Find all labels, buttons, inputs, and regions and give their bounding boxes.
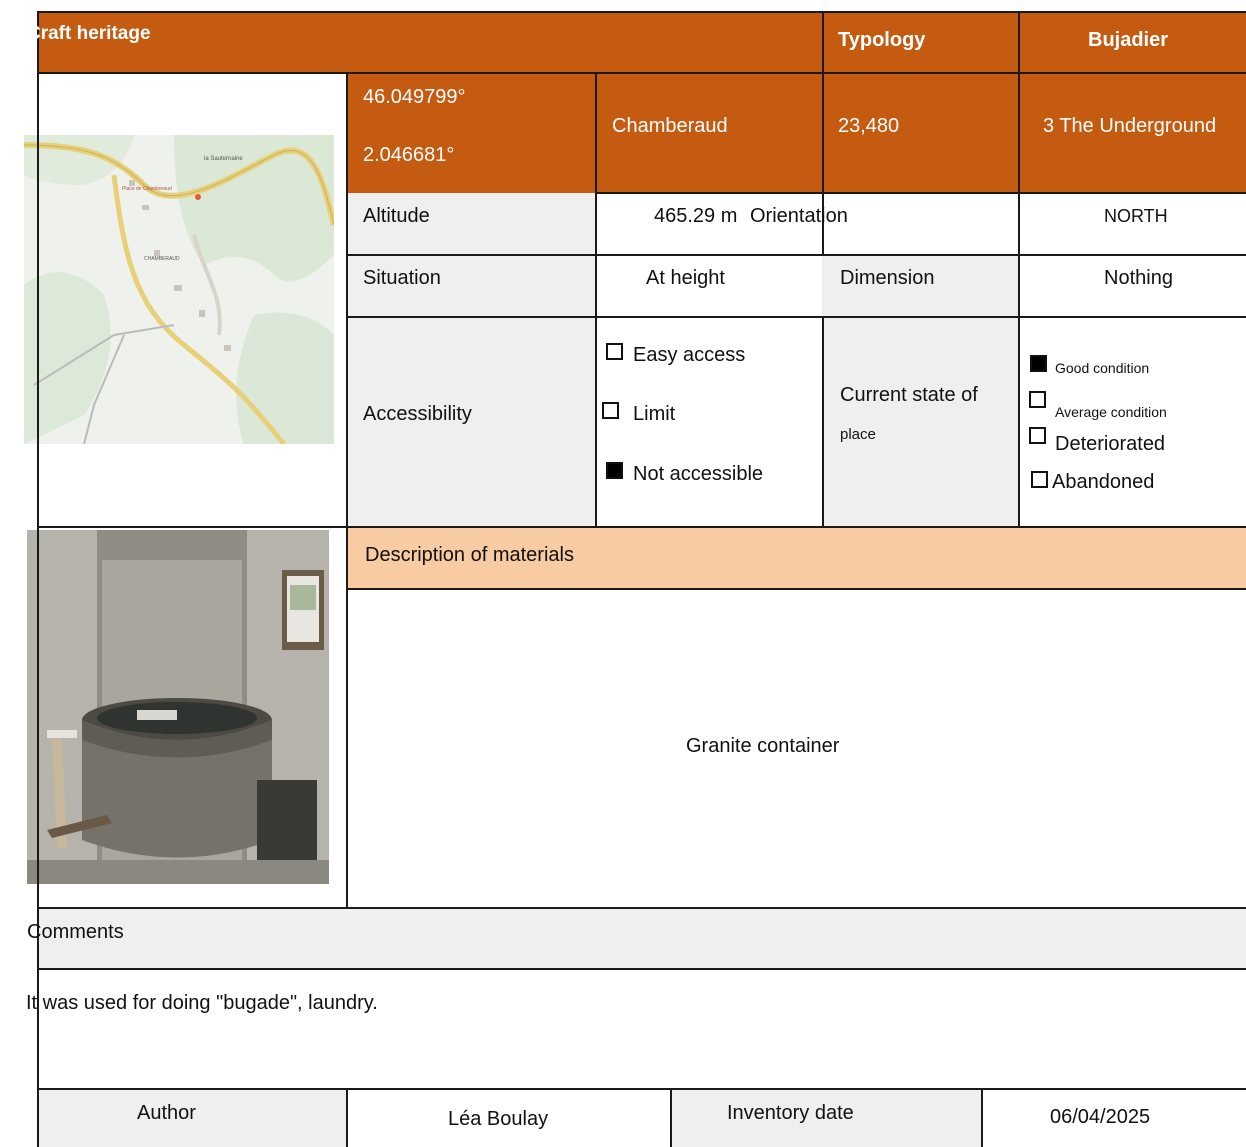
header-bar [37,12,1246,73]
situation-label: Situation [363,267,441,289]
accessibility-label: Accessibility [363,403,472,425]
easy-access-checkbox[interactable] [606,343,623,360]
map-label-hamlet: la Sauternaine [204,156,243,162]
rule [346,1088,348,1147]
not-accessible-checkbox[interactable] [606,462,623,479]
orientation-label: Orientation [750,205,848,227]
rule [37,526,1246,528]
limit-checkbox[interactable] [602,402,619,419]
dimension-value: Nothing [1104,267,1173,289]
map-label-place: Place de Chamberaud [122,186,172,192]
inventory-date-value: 06/04/2025 [1050,1106,1151,1128]
rule [595,192,1246,194]
object-photo [27,530,329,884]
good-condition-checkbox[interactable] [1030,355,1047,372]
materials-value: Granite container [686,735,840,757]
typology-value: Bujadier [1088,29,1169,51]
not-accessible-label: Not accessible [633,463,764,485]
deteriorated-checkbox[interactable] [1029,427,1046,444]
state-label-line2: place [840,426,876,443]
rule [981,1088,983,1147]
zone-value: 3 The Underground [1043,115,1217,137]
rule [37,72,1246,74]
page-title: Craft heritage [27,23,151,44]
abandoned-label: Abandoned [1052,471,1155,493]
altitude-value: 465.29 m [654,205,738,227]
rule [37,1088,1246,1090]
latitude-value: 46.049799° [363,86,466,108]
orientation-value: NORTH [1104,206,1168,226]
rule [347,316,1246,318]
place-name: Chamberaud [612,115,728,137]
limit-label: Limit [633,403,676,425]
rule [1018,11,1020,528]
easy-access-label: Easy access [633,344,746,366]
comments-label: Comments [27,921,124,943]
altitude-label: Altitude [363,205,430,227]
map-label-village: CHAMBERAUD [144,256,180,262]
state-label-cell [822,317,1019,527]
average-condition-label: Average condition [1055,404,1167,420]
location-map: la Sauternaine Place de Chamberaud CHAMB… [24,135,334,444]
rule [347,588,1246,590]
rule [595,72,597,528]
rule [37,907,1246,909]
inventory-date-label: Inventory date [727,1102,854,1124]
rule [37,11,39,1147]
rule [37,11,1246,13]
rule [822,316,824,528]
postal-code: 23,480 [838,115,900,137]
rule [346,72,348,908]
state-label-line1: Current state of [840,384,978,406]
author-label: Author [137,1102,196,1124]
typology-label: Typology [838,29,926,51]
rule [670,1088,672,1147]
comments-text: It was used for doing "bugade", laundry. [26,992,378,1014]
dimension-label: Dimension [840,267,935,289]
comments-label-cell [37,908,1246,969]
abandoned-checkbox[interactable] [1031,471,1048,488]
rule [347,254,1246,256]
deteriorated-label: Deteriorated [1055,433,1166,455]
good-condition-label: Good condition [1055,360,1150,376]
longitude-value: 2.046681° [363,144,455,166]
rule [37,968,1246,970]
materials-label: Description of materials [365,544,574,566]
author-value: Léa Boulay [448,1108,549,1130]
average-condition-checkbox[interactable] [1029,391,1046,408]
situation-value: At height [646,267,725,289]
